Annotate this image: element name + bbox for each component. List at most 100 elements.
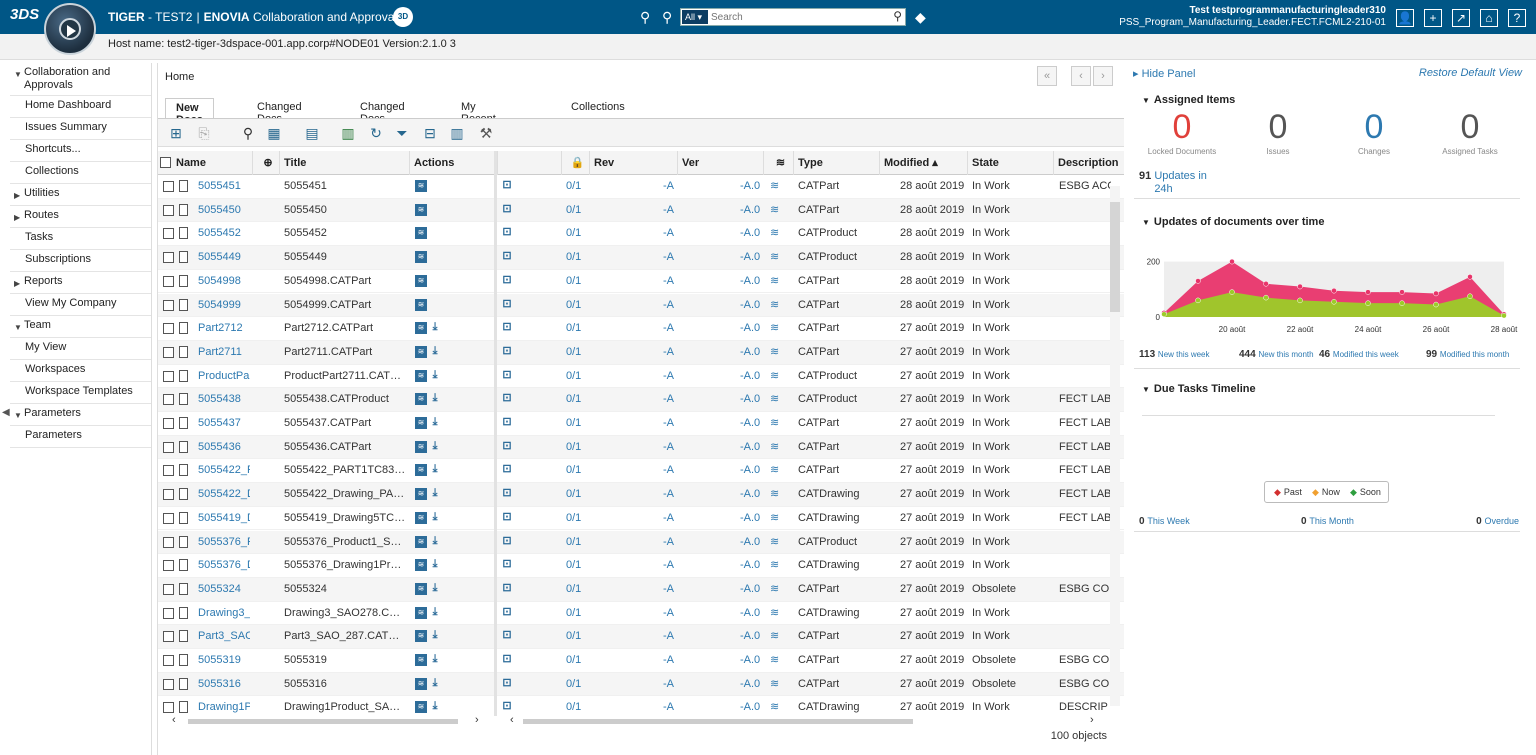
- version[interactable]: -A.0: [740, 531, 760, 554]
- search-icon[interactable]: ⚲: [893, 9, 902, 23]
- left-pane-scroll-thumb[interactable]: [188, 719, 458, 724]
- lifecycle-icon[interactable]: ⊡: [501, 203, 513, 216]
- download-icon[interactable]: ⤓: [429, 487, 441, 500]
- subscribe-icon[interactable]: ≋: [415, 654, 427, 666]
- table-row[interactable]: Part2712 Part2712.CATPart ≋ ⤓ ⊡ 0/1 -A -A.0 ≋ CAT…: [158, 317, 1124, 341]
- table-row[interactable]: 5055451 5055451 ≋ ⊡ 0/1 -A -A.0 ≋ CATPart 28 août…: [158, 175, 1124, 199]
- revision[interactable]: -A: [663, 673, 674, 696]
- lifecycle-icon[interactable]: ⊡: [501, 179, 513, 192]
- lifecycle-icon[interactable]: ⊡: [501, 440, 513, 453]
- subscribe-icon[interactable]: ≋: [415, 298, 427, 311]
- rss-icon[interactable]: ≋: [770, 388, 779, 411]
- due-stat-this-month[interactable]: 0 This Month: [1301, 516, 1354, 527]
- subscribe-icon[interactable]: ≋: [415, 345, 427, 358]
- lifecycle-icon[interactable]: ⊡: [501, 345, 513, 358]
- tag-icon[interactable]: ◆: [915, 8, 926, 26]
- version[interactable]: -A.0: [740, 602, 760, 625]
- columns-icon[interactable]: ▥: [447, 124, 467, 142]
- revision-count[interactable]: 0/1: [566, 222, 581, 245]
- revision[interactable]: -A: [663, 436, 674, 459]
- restore-default-view-link[interactable]: Restore Default View: [1419, 67, 1522, 79]
- scroll-right-icon[interactable]: ›: [475, 714, 479, 726]
- version[interactable]: -A.0: [740, 270, 760, 293]
- sidebar-item-utilities[interactable]: ▶ Utilities: [10, 184, 151, 206]
- column-header-actions[interactable]: Actions: [409, 151, 495, 175]
- document-name-link[interactable]: ProductPar: [198, 365, 250, 388]
- lifecycle-icon[interactable]: ⊡: [501, 700, 513, 713]
- revision-count[interactable]: 0/1: [566, 365, 581, 388]
- revision[interactable]: -A: [663, 412, 674, 435]
- column-header-type[interactable]: Type: [793, 151, 879, 175]
- kpi-assigned-tasks[interactable]: 0 Assigned Tasks: [1422, 107, 1518, 156]
- rss-icon[interactable]: ≋: [770, 294, 779, 317]
- revision[interactable]: -A: [663, 625, 674, 648]
- row-checkbox[interactable]: [163, 346, 174, 358]
- subscribe-icon[interactable]: ≋: [415, 180, 427, 192]
- download-icon[interactable]: ⤓: [429, 440, 441, 453]
- revision-count[interactable]: 0/1: [566, 507, 581, 530]
- column-header-description[interactable]: Description: [1053, 151, 1124, 175]
- document-name-link[interactable]: Drawing3_: [198, 602, 250, 625]
- 3d-badge-icon[interactable]: 3D: [393, 7, 413, 27]
- revision[interactable]: -A: [663, 175, 674, 198]
- download-icon[interactable]: ⤓: [429, 463, 441, 476]
- download-icon[interactable]: ⤓: [429, 677, 441, 690]
- version[interactable]: -A.0: [740, 436, 760, 459]
- revision-count[interactable]: 0/1: [566, 246, 581, 269]
- table-row[interactable]: 5055324 5055324 ≋ ⤓ ⊡ 0/1 -A -A.0 ≋ CATPart 27 aoû…: [158, 577, 1124, 602]
- filter-icon[interactable]: ⏷: [392, 124, 412, 142]
- table-row[interactable]: 5055450 5055450 ≋ ⊡ 0/1 -A -A.0 ≋ CATPart 28 août…: [158, 198, 1124, 223]
- version[interactable]: -A.0: [740, 222, 760, 245]
- column-header-structure-icon[interactable]: ⊕: [252, 151, 279, 175]
- rss-icon[interactable]: ≋: [770, 412, 779, 435]
- subscribe-icon[interactable]: ≋: [415, 274, 427, 287]
- rss-icon[interactable]: ≋: [770, 365, 779, 388]
- row-checkbox[interactable]: [163, 655, 174, 666]
- table-row[interactable]: Drawing3_ Drawing3_SAO278.C… ≋ ⤓ ⊡ 0/1 -A -A.0 ≋…: [158, 602, 1124, 626]
- revision[interactable]: -A: [663, 459, 674, 482]
- updates-chart[interactable]: 0 200 20 août 22 août 24 août 26 août 28 août: [1134, 241, 1520, 336]
- row-checkbox[interactable]: [163, 465, 174, 477]
- version[interactable]: -A.0: [740, 412, 760, 435]
- document-name-link[interactable]: 5055316: [198, 673, 250, 696]
- subscribe-icon[interactable]: ≋: [415, 440, 427, 453]
- lifecycle-icon[interactable]: ⊡: [501, 463, 513, 476]
- sidebar-item-workspaces[interactable]: Workspaces: [10, 360, 151, 382]
- document-name-link[interactable]: 5055450: [198, 199, 250, 222]
- rss-icon[interactable]: ≋: [770, 199, 779, 222]
- document-name-link[interactable]: 5055376_F: [198, 531, 250, 554]
- document-name-link[interactable]: 5054999: [198, 294, 250, 317]
- version[interactable]: -A.0: [740, 388, 760, 411]
- table-row[interactable]: ProductPar ProductPart2711.CAT… ≋ ⤓ ⊡ 0/1 -A -A…: [158, 365, 1124, 389]
- stat-modified-this-week[interactable]: 46 Modified this week: [1319, 349, 1399, 360]
- search-refine-icon[interactable]: ⚲: [640, 8, 650, 26]
- revision[interactable]: -A: [663, 222, 674, 245]
- row-checkbox[interactable]: [163, 299, 174, 311]
- revision[interactable]: -A: [663, 483, 674, 506]
- revision[interactable]: -A: [663, 531, 674, 554]
- vertical-scroll-thumb[interactable]: [1110, 202, 1120, 312]
- subscribe-icon[interactable]: ≋: [415, 606, 427, 619]
- revision[interactable]: -A: [663, 602, 674, 625]
- updates-chart-header[interactable]: ▼ Updates of documents over time: [1142, 216, 1324, 228]
- revision[interactable]: -A: [663, 294, 674, 317]
- scroll-left-icon[interactable]: ‹: [510, 714, 514, 726]
- subscribe-icon[interactable]: ≋: [415, 417, 427, 429]
- document-name-link[interactable]: 5055319: [198, 649, 250, 672]
- subscribe-icon[interactable]: ≋: [415, 535, 427, 548]
- column-header-title[interactable]: Title: [279, 151, 409, 175]
- download-icon[interactable]: ⤓: [429, 629, 441, 642]
- revision[interactable]: -A: [663, 341, 674, 364]
- tab-changed-docs[interactable]: Changed Docs: [350, 98, 415, 125]
- revision[interactable]: -A: [663, 246, 674, 269]
- rss-icon[interactable]: ≋: [770, 317, 779, 340]
- document-name-link[interactable]: 5055452: [198, 222, 250, 245]
- rss-icon[interactable]: ≋: [770, 341, 779, 364]
- sidebar-item-collections[interactable]: Collections: [10, 162, 151, 184]
- download-icon[interactable]: ⤓: [429, 345, 441, 358]
- table-row[interactable]: 5055422_F 5055422_PART1TC83… ≋ ⤓ ⊡ 0/1 -A -A.0 ≋…: [158, 459, 1124, 484]
- revision[interactable]: -A: [663, 365, 674, 388]
- lifecycle-icon[interactable]: ⊡: [501, 535, 513, 548]
- table-row[interactable]: 5055419_D 5055419_Drawing5TC… ≋ ⤓ ⊡ 0/1 -A -A.0…: [158, 507, 1124, 531]
- row-checkbox[interactable]: [163, 370, 174, 382]
